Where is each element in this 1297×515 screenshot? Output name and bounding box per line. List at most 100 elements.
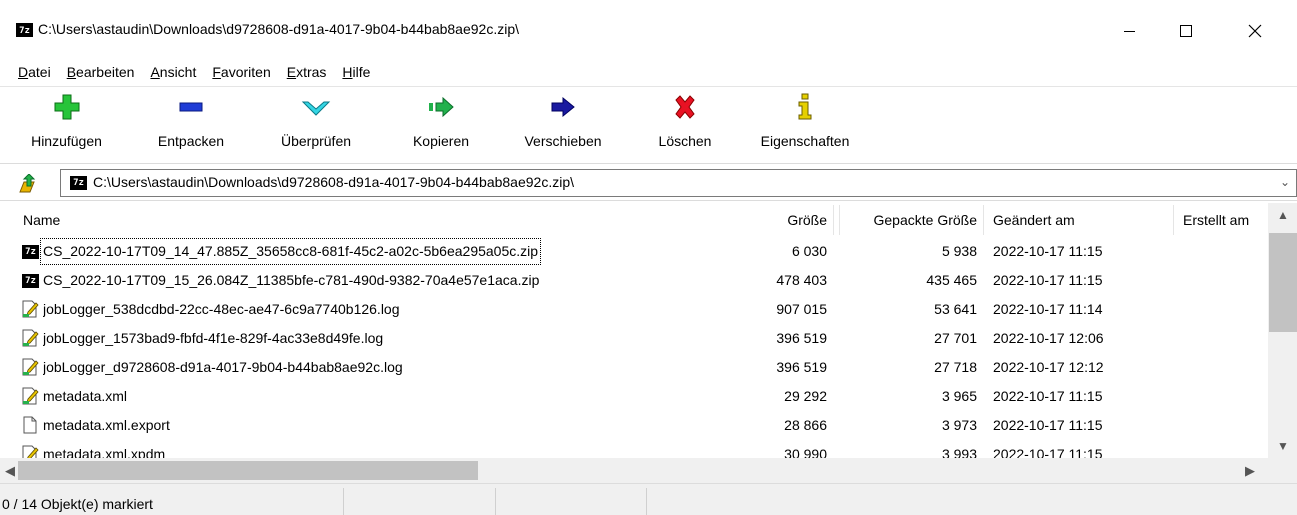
file-name: CS_2022-10-17T09_15_26.084Z_11385bfe-c78… xyxy=(43,272,540,288)
check-icon xyxy=(301,101,331,116)
table-row[interactable]: metadata.xml.xpdm 30 990 3 993 2022-10-17 1… xyxy=(1,440,1268,458)
test-label: Überprüfen xyxy=(280,133,352,149)
menu-hilfe[interactable]: Hilfe xyxy=(334,64,378,80)
chevron-down-icon[interactable]: ⌄ xyxy=(1280,175,1290,189)
file-packed-size: 3 993 xyxy=(941,446,977,458)
column-header-modified[interactable]: Geändert am xyxy=(993,203,1153,237)
file-size: 29 292 xyxy=(784,388,827,404)
delete-x-icon xyxy=(675,95,695,119)
file-size: 478 403 xyxy=(776,272,827,288)
file-modified: 2022-10-17 11:15 xyxy=(993,417,1103,433)
file-packed-size: 3 965 xyxy=(941,388,977,404)
copy-button[interactable]: Kopieren xyxy=(386,87,496,161)
column-header-name[interactable]: Name xyxy=(23,203,223,237)
file-packed-size: 435 465 xyxy=(926,272,977,288)
table-row[interactable]: 7z CS_2022-10-17T09_14_47.885Z_35658cc8-6… xyxy=(1,237,1268,266)
info-label: Eigenschaften xyxy=(760,133,850,149)
menu-datei[interactable]: Datei xyxy=(10,64,59,80)
horizontal-scroll-thumb[interactable] xyxy=(18,461,478,480)
column-divider[interactable] xyxy=(1173,205,1174,235)
table-row[interactable]: jobLogger_d9728608-d91a-4017-9b04-b44bab… xyxy=(1,353,1268,382)
minimize-icon xyxy=(1123,30,1135,32)
file-modified: 2022-10-17 12:06 xyxy=(993,330,1104,346)
column-header-packed[interactable]: Gepackte Größe xyxy=(841,203,978,237)
menu-extras[interactable]: Extras xyxy=(279,64,335,80)
file-packed-size: 5 938 xyxy=(941,243,977,259)
extract-button[interactable]: Entpacken xyxy=(136,87,246,161)
file-packed-size: 27 718 xyxy=(934,359,977,375)
title-bar: 7z C:\Users\astaudin\Downloads\d9728608-… xyxy=(0,0,1297,58)
column-divider[interactable] xyxy=(833,205,834,235)
copy-label: Kopieren xyxy=(412,133,470,149)
path-input[interactable]: C:\Users\astaudin\Downloads\d9728608-d91… xyxy=(93,174,574,190)
vertical-scroll-thumb[interactable] xyxy=(1269,233,1297,332)
file-name: metadata.xml.xpdm xyxy=(43,446,166,458)
file-name: CS_2022-10-17T09_14_47.885Z_35658cc8-681… xyxy=(39,238,542,265)
list-header: Name Größe Gepackte Größe Geändert am Er… xyxy=(1,203,1268,237)
app-icon: 7z xyxy=(16,23,33,37)
table-row[interactable]: 7z CS_2022-10-17T09_15_26.084Z_11385bfe-c… xyxy=(1,266,1268,295)
minimize-button[interactable] xyxy=(1106,14,1152,48)
maximize-button[interactable] xyxy=(1163,14,1209,48)
column-header-size[interactable]: Größe xyxy=(741,203,827,237)
move-label: Verschieben xyxy=(524,133,602,149)
plus-icon xyxy=(54,94,79,120)
horizontal-scrollbar[interactable]: ◀ ▶ xyxy=(0,458,1297,483)
text-file-icon xyxy=(21,329,39,347)
text-file-icon xyxy=(21,358,39,376)
table-row[interactable]: metadata.xml 29 292 3 965 2022-10-17 11:15 xyxy=(1,382,1268,411)
scroll-up-icon[interactable]: ▲ xyxy=(1268,203,1297,227)
menu-ansicht[interactable]: Ansicht xyxy=(142,64,204,80)
vertical-scrollbar[interactable]: ▲ ▼ xyxy=(1268,203,1297,458)
column-divider[interactable] xyxy=(839,205,840,235)
info-button[interactable]: Eigenschaften xyxy=(740,87,870,161)
file-modified: 2022-10-17 12:12 xyxy=(993,359,1104,375)
delete-label: Löschen xyxy=(658,133,712,149)
column-divider[interactable] xyxy=(983,205,984,235)
minus-icon xyxy=(179,102,203,112)
scroll-left-icon[interactable]: ◀ xyxy=(0,458,20,483)
menu-favoriten[interactable]: Favoriten xyxy=(204,64,278,80)
column-header-created[interactable]: Erstellt am xyxy=(1183,203,1268,237)
file-size: 6 030 xyxy=(791,243,827,259)
address-bar: 7z C:\Users\astaudin\Downloads\d9728608-… xyxy=(0,163,1297,201)
file-size: 28 866 xyxy=(784,417,827,433)
text-file-icon xyxy=(21,300,39,318)
file-modified: 2022-10-17 11:15 xyxy=(993,243,1103,259)
toolbar: Hinzufügen Entpacken Überprüfen Kopieren… xyxy=(0,86,1297,160)
path-combobox[interactable]: 7z C:\Users\astaudin\Downloads\d9728608-… xyxy=(60,169,1297,197)
table-row[interactable]: jobLogger_1573bad9-fbfd-4f1e-829f-4ac33e… xyxy=(1,324,1268,353)
close-icon xyxy=(1248,24,1262,38)
delete-button[interactable]: Löschen xyxy=(640,87,730,161)
copy-arrow-icon xyxy=(429,96,454,118)
scroll-down-icon[interactable]: ▼ xyxy=(1268,434,1297,458)
add-label: Hinzufügen xyxy=(31,133,102,149)
extract-label: Entpacken xyxy=(157,133,225,149)
file-packed-size: 27 701 xyxy=(934,330,977,346)
up-folder-button[interactable] xyxy=(18,173,38,194)
scroll-right-icon[interactable]: ▶ xyxy=(1240,458,1260,483)
file-packed-size: 3 973 xyxy=(941,417,977,433)
table-row[interactable]: jobLogger_538dcdbd-22cc-48ec-ae47-6c9a77… xyxy=(1,295,1268,324)
file-name: metadata.xml.export xyxy=(43,417,170,433)
text-file-icon xyxy=(21,387,39,405)
zip-file-icon: 7z xyxy=(22,274,39,288)
table-row[interactable]: metadata.xml.export 28 866 3 973 2022-10-17… xyxy=(1,411,1268,440)
window-title: C:\Users\astaudin\Downloads\d9728608-d91… xyxy=(38,21,520,37)
file-name: jobLogger_d9728608-d91a-4017-9b04-b44bab… xyxy=(43,359,403,375)
test-button[interactable]: Überprüfen xyxy=(256,87,376,161)
file-size: 396 519 xyxy=(776,359,827,375)
file-modified: 2022-10-17 11:14 xyxy=(993,301,1103,317)
add-button[interactable]: Hinzufügen xyxy=(0,87,133,161)
file-list[interactable]: Name Größe Gepackte Größe Geändert am Er… xyxy=(0,203,1297,458)
file-size: 396 519 xyxy=(776,330,827,346)
menu-bearbeiten[interactable]: Bearbeiten xyxy=(59,64,143,80)
file-size: 907 015 xyxy=(776,301,827,317)
file-modified: 2022-10-17 11:15 xyxy=(993,388,1103,404)
archive-icon: 7z xyxy=(70,176,87,190)
status-divider xyxy=(646,488,647,515)
file-packed-size: 53 641 xyxy=(934,301,977,317)
close-button[interactable] xyxy=(1232,14,1278,48)
text-file-icon xyxy=(21,445,39,458)
move-button[interactable]: Verschieben xyxy=(504,87,622,161)
